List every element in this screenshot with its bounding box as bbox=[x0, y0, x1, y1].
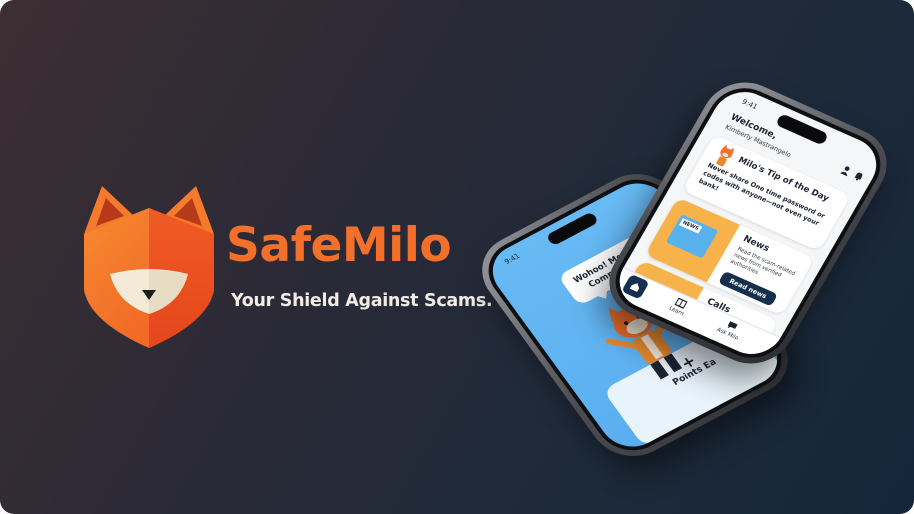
tab-home[interactable] bbox=[621, 273, 650, 300]
newspaper-icon bbox=[665, 214, 719, 259]
brand-tagline: Your Shield Against Scams. bbox=[231, 291, 493, 311]
dynamic-island bbox=[545, 211, 600, 247]
fox-shield-logo-icon bbox=[84, 186, 214, 348]
home-icon bbox=[629, 283, 640, 292]
phone-screen-right: 9:41 Welcome, Kimberly Mastrangelo Milo'… bbox=[608, 82, 888, 364]
bell-icon[interactable] bbox=[852, 170, 866, 183]
profile-icon[interactable] bbox=[839, 164, 853, 177]
status-time: 9:41 bbox=[740, 97, 759, 112]
status-time: 9:41 bbox=[502, 252, 522, 267]
brand-name: SafeMilo bbox=[226, 218, 452, 273]
dynamic-island bbox=[775, 113, 830, 146]
hero-banner: SafeMilo Your Shield Against Scams. 9:41… bbox=[0, 0, 914, 514]
